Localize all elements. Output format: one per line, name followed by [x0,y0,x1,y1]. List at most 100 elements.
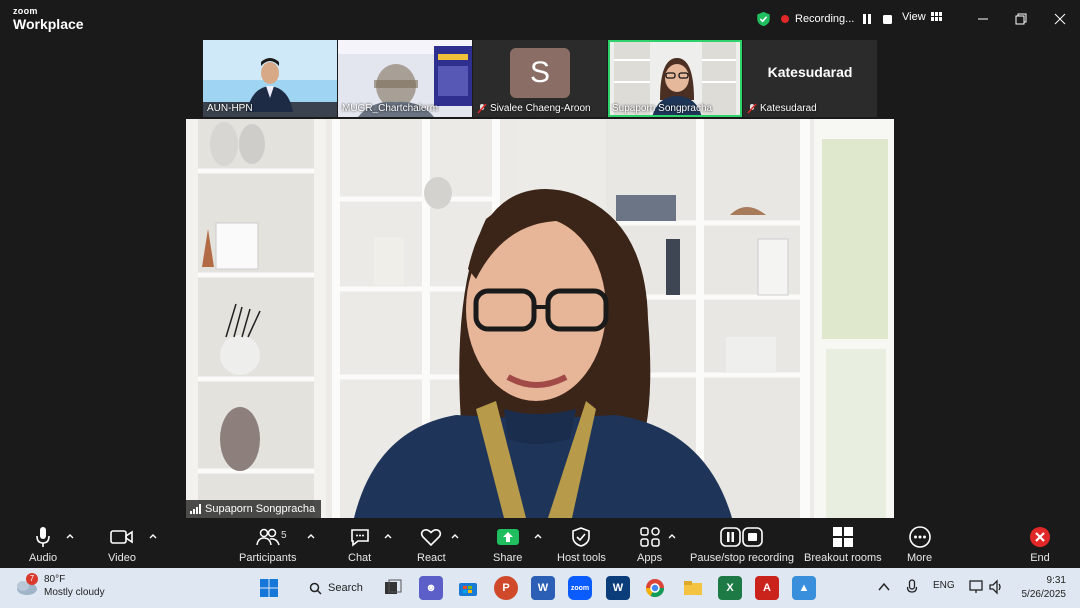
more-button[interactable]: More [907,525,932,564]
breakout-rooms-label: Breakout rooms [804,552,882,564]
windows-taskbar: 7 80°F Mostly cloudy Search ☻ P W zoom W… [0,568,1080,608]
avatar: S [510,48,570,98]
active-speaker-video[interactable]: Supaporn Songpracha [186,119,894,518]
thumbnail-name: MUGR_Chartchalerm [342,103,439,114]
chat-button[interactable]: Chat [348,525,371,564]
chrome-icon[interactable] [643,576,667,600]
view-button[interactable]: View [902,11,942,23]
network-icon[interactable] [969,579,985,595]
stop-recording-icon[interactable] [880,12,894,26]
search-icon [309,582,322,595]
more-label: More [907,552,933,564]
weather-widget[interactable]: 7 80°F Mostly cloudy [14,573,105,599]
react-label: React [417,552,446,564]
weather-badge: 7 [26,573,38,585]
more-icon [908,526,931,548]
photos-icon[interactable]: ▲ [792,576,816,600]
volume-icon[interactable] [988,579,1004,595]
camera-icon [110,530,133,544]
participants-count: 5 [281,530,287,541]
system-clock[interactable]: 9:31 5/26/2025 [1010,574,1067,602]
end-label: End [1030,552,1050,564]
heart-icon [421,529,442,547]
apps-caret-icon[interactable] [667,532,677,540]
pause-recording-label: Pause/stop recording [690,552,794,564]
signal-strength-icon [190,504,201,514]
close-window-icon[interactable] [1051,10,1069,28]
participant-thumbnail-katesudarad[interactable]: Katesudarad Katesudarad [743,40,877,117]
audio-options-caret-icon[interactable] [65,532,75,540]
thumbnail-name: Supaporn Songpracha [612,103,713,114]
webex-icon[interactable]: W [606,576,630,600]
security-shield-icon[interactable] [756,11,771,27]
view-label: View [902,11,926,23]
file-explorer-icon[interactable] [681,576,705,600]
title-bar: zoom Workplace Recording... View [0,0,1080,38]
end-call-icon [1030,527,1050,547]
participant-thumbnail-aun-hpn[interactable]: AUN-HPN [203,40,337,117]
thumbnail-name-row: Sivalee Chaeng-Aroon [477,103,591,114]
apps-button[interactable]: Apps [637,525,662,564]
speaker-name: Supaporn Songpracha [205,503,316,515]
react-caret-icon[interactable] [450,532,460,540]
grid-view-icon [930,12,942,21]
microphone-icon [36,527,50,547]
windows-start-icon[interactable] [257,576,281,600]
breakout-rooms-icon [832,527,853,547]
participants-button[interactable]: Participants [239,525,296,564]
input-language[interactable]: ENG [933,580,955,591]
chat-caret-icon[interactable] [383,532,393,540]
react-button[interactable]: React [417,525,446,564]
temperature: 80°F [44,574,66,585]
participant-thumbnail-sivalee[interactable]: S Sivalee Chaeng-Aroon [473,40,607,117]
end-meeting-button[interactable]: End [1029,525,1051,564]
tray-microphone-icon[interactable] [906,579,918,595]
logo-workplace: Workplace [13,16,84,32]
microsoft-store-icon[interactable] [456,576,480,600]
host-tools-button[interactable]: Host tools [557,525,606,564]
participant-thumbnail-mugr[interactable]: MUGR_Chartchalerm [338,40,472,117]
weather-condition: Mostly cloudy [44,587,105,598]
taskbar-search[interactable]: Search [301,576,363,600]
share-button[interactable]: Share [493,525,522,564]
audio-button[interactable]: Audio [29,525,57,564]
share-label: Share [493,552,523,564]
host-tools-label: Host tools [557,552,606,564]
acrobat-icon[interactable]: A [755,576,779,600]
participants-label: Participants [239,552,297,564]
pause-recording-icon[interactable] [860,12,874,26]
thumbnail-name: Katesudarad [760,103,817,114]
pause-stop-recording-button[interactable]: Pause/stop recording [690,525,794,564]
teams-icon[interactable]: ☻ [419,576,443,600]
apps-icon [639,527,660,547]
speaker-name-label: Supaporn Songpracha [186,500,322,518]
task-view-icon[interactable] [381,576,405,600]
word-icon[interactable]: W [531,576,555,600]
minimize-icon[interactable] [974,10,992,28]
search-label: Search [328,582,363,594]
recording-dot-icon [781,15,789,23]
share-caret-icon[interactable] [533,532,543,540]
audio-label: Audio [29,552,58,564]
thumbnail-name: AUN-HPN [207,103,253,114]
app-logo: zoom Workplace [13,7,84,32]
clock-date: 5/26/2025 [1021,589,1067,600]
video-label: Video [108,552,136,564]
zoom-taskbar-icon[interactable]: zoom [568,576,592,600]
participant-thumbnail-supaporn[interactable]: Supaporn Songpracha [608,40,742,117]
restore-icon[interactable] [1012,10,1030,28]
host-shield-icon [572,527,591,547]
excel-icon[interactable]: X [718,576,742,600]
participants-caret-icon[interactable] [306,532,316,540]
powerpoint-icon[interactable]: P [494,576,518,600]
meeting-toolbar: Audio Video Participants 5 Chat React Sh… [0,519,1080,568]
muted-mic-icon [477,103,487,114]
chat-icon [350,529,369,547]
thumbnail-name: Sivalee Chaeng-Aroon [490,103,591,114]
show-hidden-icons-icon[interactable] [878,582,890,592]
share-screen-icon [496,529,519,545]
breakout-rooms-button[interactable]: Breakout rooms [804,525,882,564]
video-button[interactable]: Video [108,525,136,564]
video-options-caret-icon[interactable] [148,532,158,540]
pause-stop-recording-icon [720,527,763,547]
